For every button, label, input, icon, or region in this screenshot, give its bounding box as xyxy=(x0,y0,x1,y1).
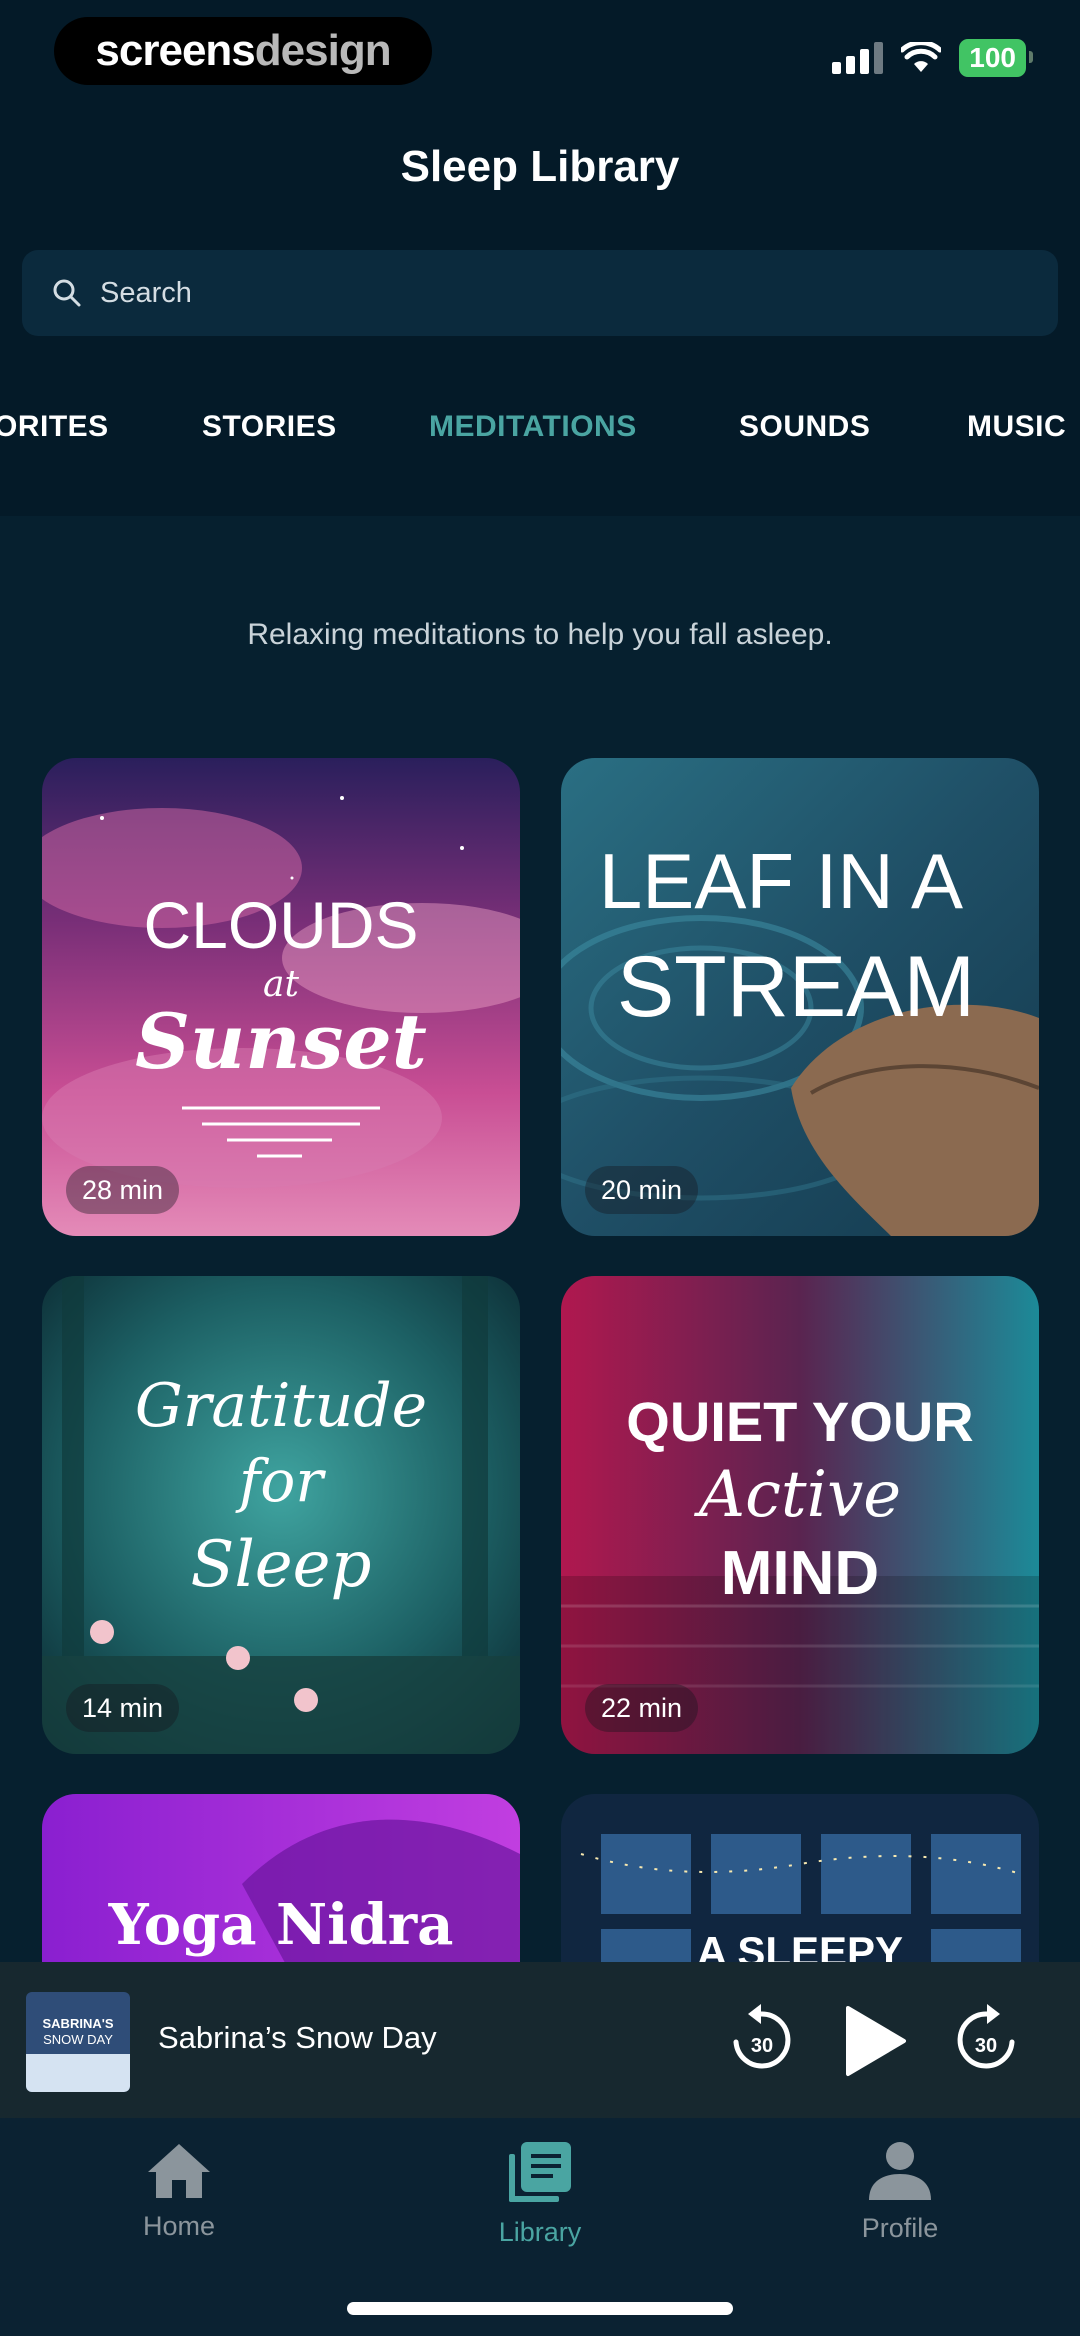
svg-text:QUIET YOUR: QUIET YOUR xyxy=(626,1390,973,1453)
svg-text:for: for xyxy=(235,1447,326,1515)
svg-text:MIND: MIND xyxy=(721,1539,879,1608)
search-input[interactable]: Search xyxy=(22,250,1058,336)
home-icon xyxy=(148,2144,210,2198)
duration-badge: 28 min xyxy=(66,1166,180,1214)
meditation-card-gratitude-for-sleep[interactable]: Gratitude for Sleep 14 min xyxy=(42,1276,520,1754)
card-artwork: LEAF IN A STREAM xyxy=(561,758,1039,1236)
tabbar-home[interactable]: Home xyxy=(79,2140,279,2242)
search-icon xyxy=(53,279,81,307)
wifi-icon xyxy=(901,42,942,72)
library-icon xyxy=(509,2142,571,2202)
tab-meditations[interactable]: MEDITATIONS xyxy=(429,410,637,444)
header-area: screens design 100 Sleep Library Search O… xyxy=(0,0,1080,516)
svg-text:30: 30 xyxy=(751,2035,773,2057)
search-placeholder: Search xyxy=(100,276,192,309)
svg-text:30: 30 xyxy=(975,2035,997,2057)
meditation-card-quiet-your-active-mind[interactable]: QUIET YOUR Active MIND 22 min xyxy=(561,1276,1039,1754)
mini-player[interactable]: SABRINA'S SNOW DAY Sabrina’s Snow Day 30… xyxy=(0,1962,1080,2118)
section-subtitle: Relaxing meditations to help you fall as… xyxy=(247,618,833,651)
skip-back-30-button[interactable]: 30 xyxy=(726,2002,796,2078)
tab-sounds[interactable]: SOUNDS xyxy=(739,410,870,444)
battery-indicator: 100 xyxy=(959,39,1033,77)
duration-badge: 22 min xyxy=(585,1684,699,1732)
skip-forward-30-button[interactable]: 30 xyxy=(952,2002,1022,2078)
now-playing-artwork: SABRINA'S SNOW DAY xyxy=(26,1992,130,2092)
play-button[interactable] xyxy=(840,2004,910,2078)
category-tabs: ORITES STORIES MEDITATIONS SOUNDS MUSIC xyxy=(0,410,1080,470)
tabbar-profile-label: Profile xyxy=(861,2213,939,2243)
svg-text:Active: Active xyxy=(694,1458,901,1532)
page-title: Sleep Library xyxy=(400,142,680,191)
svg-text:Yoga Nidra: Yoga Nidra xyxy=(108,1892,454,1958)
svg-text:SABRINA'S: SABRINA'S xyxy=(43,2016,114,2031)
tabbar-library[interactable]: Library xyxy=(440,2140,640,2248)
svg-text:Sunset: Sunset xyxy=(135,997,427,1086)
card-artwork: QUIET YOUR Active MIND xyxy=(561,1276,1039,1754)
meditation-card-leaf-in-a-stream[interactable]: LEAF IN A STREAM 20 min xyxy=(561,758,1039,1236)
brand-text-part1: screens xyxy=(95,26,255,75)
profile-icon xyxy=(869,2142,931,2200)
svg-text:SNOW DAY: SNOW DAY xyxy=(43,2032,113,2047)
tabbar-profile[interactable]: Profile xyxy=(800,2140,1000,2244)
svg-text:Sleep: Sleep xyxy=(190,1528,371,1602)
svg-text:CLOUDS: CLOUDS xyxy=(143,888,418,962)
card-artwork: Gratitude for Sleep xyxy=(42,1276,520,1754)
home-indicator xyxy=(347,2302,733,2315)
duration-badge: 20 min xyxy=(585,1166,699,1214)
duration-badge: 14 min xyxy=(66,1684,180,1732)
cellular-signal-icon xyxy=(832,42,884,74)
now-playing-title: Sabrina’s Snow Day xyxy=(158,2020,437,2055)
svg-text:STREAM: STREAM xyxy=(617,939,975,1035)
svg-text:LEAF IN A: LEAF IN A xyxy=(599,837,963,925)
card-artwork: CLOUDS at Sunset xyxy=(42,758,520,1236)
brand-text-part2: design xyxy=(254,26,392,75)
brand-watermark: screens design xyxy=(54,17,432,85)
tab-stories[interactable]: STORIES xyxy=(202,410,337,444)
status-icons: 100 xyxy=(832,38,1033,78)
tabbar-home-label: Home xyxy=(142,2211,216,2241)
tab-favorites[interactable]: ORITES xyxy=(0,410,109,444)
tabbar-library-label: Library xyxy=(498,2217,582,2247)
tab-music[interactable]: MUSIC xyxy=(967,410,1066,444)
svg-text:Gratitude: Gratitude xyxy=(135,1371,427,1441)
meditation-card-clouds-at-sunset[interactable]: CLOUDS at Sunset 28 min xyxy=(42,758,520,1236)
